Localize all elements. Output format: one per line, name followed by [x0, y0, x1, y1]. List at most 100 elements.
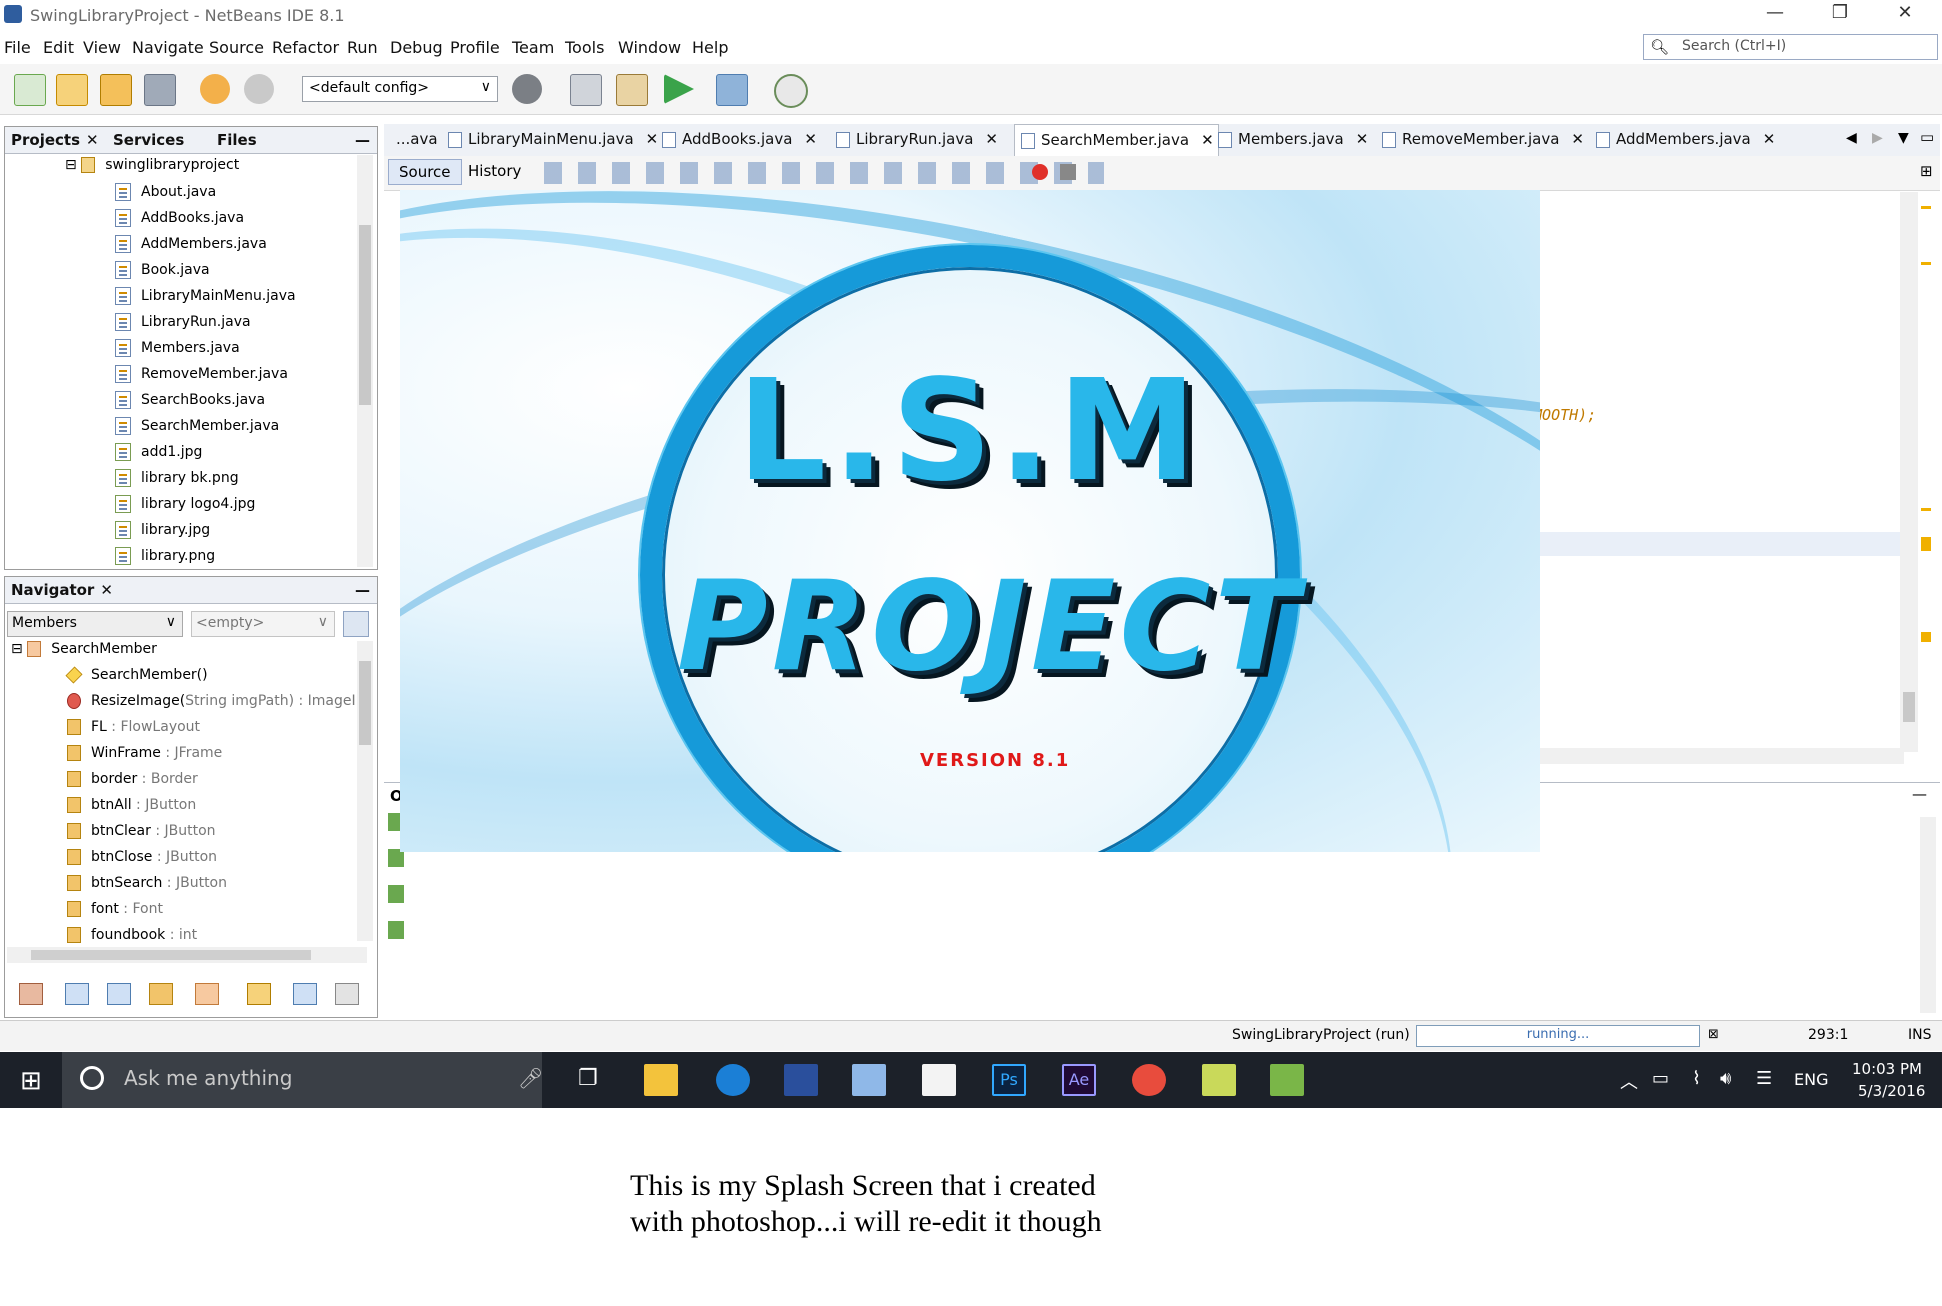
- browser-icon[interactable]: [1132, 1064, 1166, 1096]
- list-item[interactable]: Members.java: [115, 339, 240, 365]
- new-project-icon[interactable]: [56, 74, 88, 106]
- language-indicator[interactable]: ENG: [1794, 1070, 1828, 1089]
- redo-icon[interactable]: [244, 74, 274, 104]
- menu-profile[interactable]: Profile: [450, 38, 500, 57]
- debug-icon[interactable]: [716, 74, 748, 106]
- clock-date[interactable]: 5/3/2016: [1858, 1082, 1925, 1100]
- list-item[interactable]: AddBooks.java: [115, 209, 244, 235]
- close-button[interactable]: ✕: [1875, 2, 1935, 28]
- editor-scrollbar[interactable]: [1900, 192, 1918, 752]
- navigator-filter-select[interactable]: Members ∨: [7, 611, 183, 637]
- tray-chevron-icon[interactable]: ︿: [1620, 1068, 1638, 1094]
- profile-icon[interactable]: [774, 74, 808, 108]
- filter-fields-icon[interactable]: [65, 983, 89, 1005]
- stop-macro-icon[interactable]: [1060, 164, 1076, 180]
- quick-search-input[interactable]: 🔍︎ Search (Ctrl+I): [1643, 34, 1938, 60]
- build-hammer-icon[interactable]: [570, 74, 602, 106]
- list-item[interactable]: btnSearch : JButton: [67, 875, 227, 901]
- close-icon[interactable]: ✕: [1763, 130, 1776, 148]
- volume-icon[interactable]: 🔊︎: [1720, 1068, 1731, 1089]
- close-icon[interactable]: ✕: [646, 130, 659, 148]
- edge-icon[interactable]: [716, 1064, 750, 1096]
- list-item[interactable]: library bk.png: [115, 469, 239, 495]
- menu-debug[interactable]: Debug: [390, 38, 443, 57]
- filter-static-icon[interactable]: [107, 983, 131, 1005]
- store-icon[interactable]: [922, 1064, 956, 1096]
- list-item[interactable]: SearchMember.java: [115, 417, 279, 443]
- menu-file[interactable]: File: [4, 38, 31, 57]
- menu-view[interactable]: View: [83, 38, 121, 57]
- photoshop-icon[interactable]: Ps: [992, 1064, 1026, 1096]
- list-item[interactable]: add1.jpg: [115, 443, 202, 469]
- scroll-thumb[interactable]: [1903, 692, 1915, 722]
- clock-time[interactable]: 10:03 PM: [1852, 1060, 1922, 1078]
- list-item[interactable]: LibraryRun.java: [115, 313, 251, 339]
- list-item[interactable]: foundbook : int: [67, 927, 197, 943]
- close-icon[interactable]: ✕: [1356, 130, 1369, 148]
- tab-projects[interactable]: Projects ✕: [11, 131, 99, 149]
- list-item[interactable]: library.jpg: [115, 521, 210, 547]
- menu-help[interactable]: Help: [692, 38, 728, 57]
- menu-source[interactable]: Source: [209, 38, 264, 57]
- devcpp-icon[interactable]: [784, 1064, 818, 1096]
- notepad-icon[interactable]: [1270, 1064, 1304, 1096]
- list-item[interactable]: SearchBooks.java: [115, 391, 265, 417]
- menu-edit[interactable]: Edit: [43, 38, 74, 57]
- close-icon[interactable]: ✕: [1571, 130, 1584, 148]
- navigator-options-icon[interactable]: [343, 611, 369, 637]
- filter-inherited-icon[interactable]: [19, 983, 43, 1005]
- tab-navigator[interactable]: Navigator ✕: [11, 581, 113, 599]
- navigator-hscrollbar[interactable]: [7, 947, 367, 963]
- maximize-icon[interactable]: ▭: [1920, 128, 1934, 146]
- record-macro-icon[interactable]: [1032, 164, 1048, 180]
- list-item[interactable]: Book.java: [115, 261, 210, 287]
- tab-services[interactable]: Services: [113, 131, 184, 149]
- close-icon[interactable]: ✕: [985, 130, 998, 148]
- list-item[interactable]: SearchMember(): [65, 666, 208, 693]
- fqn-icon[interactable]: [247, 983, 271, 1005]
- close-icon[interactable]: ✕: [804, 130, 817, 148]
- list-item[interactable]: ResizeImage(String imgPath) : ImageI: [67, 693, 356, 719]
- sort-by-source-icon[interactable]: [335, 983, 359, 1005]
- windows-start-icon[interactable]: ⊞: [20, 1066, 42, 1096]
- notification-icon[interactable]: ☰: [1756, 1068, 1772, 1089]
- split-view-icon[interactable]: ⊞: [1920, 162, 1933, 180]
- minimize-button[interactable]: —: [1745, 2, 1805, 28]
- list-item[interactable]: library.png: [115, 547, 215, 573]
- output-scrollbar[interactable]: [1920, 817, 1936, 1013]
- list-item[interactable]: FL : FlowLayout: [67, 719, 200, 745]
- list-item[interactable]: btnClear : JButton: [67, 823, 216, 849]
- undo-icon[interactable]: [200, 74, 230, 104]
- file-explorer-icon[interactable]: [644, 1064, 678, 1096]
- list-item[interactable]: library logo4.jpg: [115, 495, 255, 521]
- minimize-panel-icon[interactable]: —: [1912, 785, 1927, 803]
- editor-hscrollbar[interactable]: [1524, 748, 1904, 764]
- tab-files[interactable]: Files: [217, 131, 257, 149]
- close-icon[interactable]: ✕: [100, 581, 113, 599]
- scroll-thumb[interactable]: [31, 950, 311, 960]
- editor-action-icons[interactable]: [544, 162, 1104, 184]
- new-file-icon[interactable]: [14, 74, 46, 106]
- list-item[interactable]: About.java: [115, 183, 216, 209]
- navigator-scrollbar[interactable]: [357, 641, 373, 941]
- projects-scrollbar[interactable]: [357, 155, 373, 567]
- list-item[interactable]: LibraryMainMenu.java: [115, 287, 296, 313]
- scroll-thumb[interactable]: [359, 661, 371, 745]
- globe-icon[interactable]: [512, 74, 542, 104]
- menu-refactor[interactable]: Refactor: [272, 38, 339, 57]
- restore-button[interactable]: ❐: [1810, 2, 1870, 28]
- package-node[interactable]: ⊟ swinglibraryproject: [65, 157, 239, 183]
- list-item[interactable]: btnAll : JButton: [67, 797, 196, 823]
- tab-list-icon[interactable]: ▼: [1898, 130, 1909, 146]
- save-all-icon[interactable]: [144, 74, 176, 106]
- menu-window[interactable]: Window: [618, 38, 681, 57]
- navigator-scope-select[interactable]: <empty> ∨: [191, 611, 335, 637]
- list-item[interactable]: AddMembers.java: [115, 235, 267, 261]
- after-effects-icon[interactable]: Ae: [1062, 1064, 1096, 1096]
- tab-searchmember[interactable]: SearchMember.java ✕: [1014, 124, 1219, 156]
- class-node[interactable]: ⊟ SearchMember: [11, 641, 157, 667]
- close-icon[interactable]: ✕: [1201, 131, 1214, 149]
- sort-by-name-icon[interactable]: [293, 983, 317, 1005]
- history-view-button[interactable]: History: [468, 162, 521, 180]
- close-icon[interactable]: ✕: [86, 131, 99, 149]
